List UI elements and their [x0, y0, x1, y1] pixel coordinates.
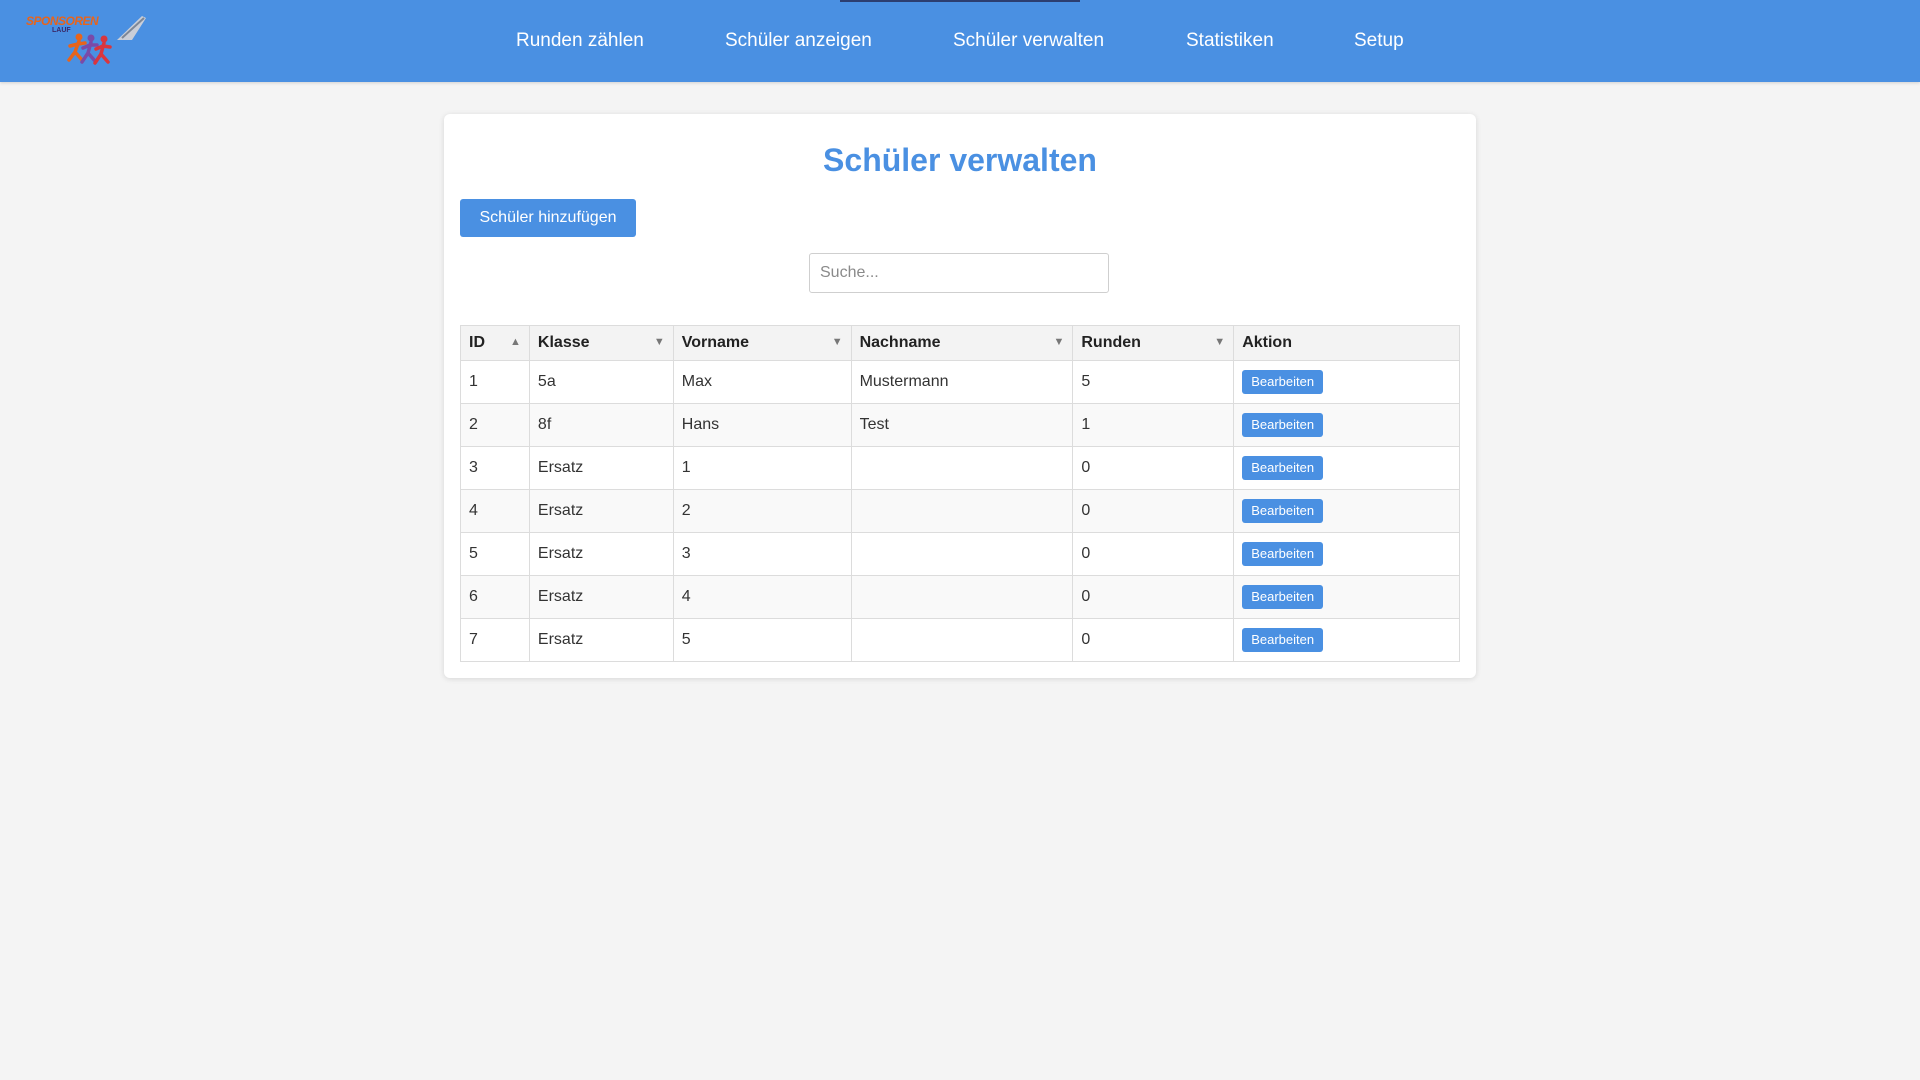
app-logo[interactable]: SPONSOREN LAUF [22, 10, 152, 72]
edit-button[interactable]: Bearbeiten [1242, 370, 1324, 394]
cell-id: 7 [460, 618, 530, 662]
cell-klasse: 8f [528, 403, 674, 447]
column-label: Aktion [1242, 334, 1292, 351]
column-header-aktion: Aktion [1233, 325, 1460, 361]
nav-setup[interactable]: Setup [1354, 28, 1404, 54]
column-label: Nachname [859, 334, 941, 351]
cell-aktion: Bearbeiten [1233, 575, 1460, 619]
column-label: Klasse [537, 334, 590, 351]
edit-button[interactable]: Bearbeiten [1242, 499, 1324, 523]
edit-button[interactable]: Bearbeiten [1242, 628, 1324, 652]
cell-klasse: Ersatz [528, 446, 674, 490]
column-label: ID [469, 334, 485, 351]
column-header-nachname[interactable]: Nachname ▼ [850, 325, 1074, 361]
table-header-row: ID ▲ Klasse ▼ Vorname ▼ Nachname ▼ Runden ▼ A… [460, 325, 1460, 361]
table-row: 7 Ersatz 5 0 Bearbeiten [460, 618, 1460, 662]
cell-aktion: Bearbeiten [1233, 446, 1460, 490]
cell-vorname: 5 [672, 618, 852, 662]
cell-id: 1 [460, 360, 530, 404]
cell-runden: 0 [1072, 532, 1235, 576]
page-title: Schüler verwalten [823, 142, 1097, 178]
nav-schueler-anzeigen[interactable]: Schüler anzeigen [725, 28, 872, 54]
active-nav-indicator [840, 0, 1080, 2]
table-row: 1 5a Max Mustermann 5 Bearbeiten [460, 360, 1460, 404]
cell-nachname [850, 446, 1074, 490]
edit-button[interactable]: Bearbeiten [1242, 542, 1324, 566]
top-navbar: SPONSOREN LAUF Runden zählen Schüler anz… [0, 0, 1920, 82]
sort-desc-icon: ▼ [1053, 336, 1065, 348]
cell-id: 2 [460, 403, 530, 447]
column-header-vorname[interactable]: Vorname ▼ [672, 325, 852, 361]
cell-aktion: Bearbeiten [1233, 489, 1460, 533]
edit-button[interactable]: Bearbeiten [1242, 456, 1324, 480]
cell-klasse: Ersatz [528, 489, 674, 533]
sort-desc-icon: ▼ [653, 336, 665, 348]
logo-wordmark: SPONSOREN [26, 14, 99, 28]
cell-id: 6 [460, 575, 530, 619]
cell-klasse: Ersatz [528, 575, 674, 619]
cell-vorname: 3 [672, 532, 852, 576]
column-header-id[interactable]: ID ▲ [460, 325, 530, 361]
sort-desc-icon: ▼ [1214, 336, 1226, 348]
cell-klasse: Ersatz [528, 532, 674, 576]
cell-nachname [850, 618, 1074, 662]
column-header-klasse[interactable]: Klasse ▼ [528, 325, 674, 361]
cell-runden: 0 [1072, 575, 1235, 619]
cell-klasse: Ersatz [528, 618, 674, 662]
nav-schueler-verwalten[interactable]: Schüler verwalten [953, 28, 1104, 54]
table-row: 2 8f Hans Test 1 Bearbeiten [460, 403, 1460, 447]
table-row: 4 Ersatz 2 0 Bearbeiten [460, 489, 1460, 533]
cell-runden: 0 [1072, 489, 1235, 533]
nav-statistiken[interactable]: Statistiken [1186, 28, 1274, 54]
main-card: Schüler verwalten Schüler hinzufügen ID ▲… [444, 114, 1476, 678]
cell-vorname: 2 [672, 489, 852, 533]
column-label: Runden [1081, 334, 1141, 351]
cell-vorname: Max [672, 360, 852, 404]
cell-aktion: Bearbeiten [1233, 360, 1460, 404]
table-row: 6 Ersatz 4 0 Bearbeiten [460, 575, 1460, 619]
cell-vorname: Hans [672, 403, 852, 447]
edit-button[interactable]: Bearbeiten [1242, 585, 1324, 609]
table-row: 3 Ersatz 1 0 Bearbeiten [460, 446, 1460, 490]
logo-subtitle: LAUF [52, 27, 71, 34]
students-table: ID ▲ Klasse ▼ Vorname ▼ Nachname ▼ Runden ▼ A… [460, 325, 1460, 662]
cell-aktion: Bearbeiten [1233, 532, 1460, 576]
cell-id: 3 [460, 446, 530, 490]
cell-runden: 5 [1072, 360, 1235, 404]
cell-nachname: Test [850, 403, 1074, 447]
cell-id: 5 [460, 532, 530, 576]
cell-nachname: Mustermann [850, 360, 1074, 404]
cell-klasse: 5a [528, 360, 674, 404]
cell-aktion: Bearbeiten [1233, 618, 1460, 662]
column-header-runden[interactable]: Runden ▼ [1072, 325, 1235, 361]
table-row: 5 Ersatz 3 0 Bearbeiten [460, 532, 1460, 576]
cell-vorname: 4 [672, 575, 852, 619]
sort-desc-icon: ▼ [831, 336, 843, 348]
cell-aktion: Bearbeiten [1233, 403, 1460, 447]
cell-runden: 0 [1072, 618, 1235, 662]
sort-asc-icon: ▲ [510, 336, 521, 348]
add-student-button[interactable]: Schüler hinzufügen [460, 199, 636, 237]
cell-runden: 0 [1072, 446, 1235, 490]
search-input[interactable] [809, 253, 1109, 293]
cell-nachname [850, 575, 1074, 619]
nav-runden-zaehlen[interactable]: Runden zählen [516, 28, 644, 54]
cell-runden: 1 [1072, 403, 1235, 447]
cell-id: 4 [460, 489, 530, 533]
edit-button[interactable]: Bearbeiten [1242, 413, 1324, 437]
column-label: Vorname [681, 334, 750, 351]
cell-nachname [850, 489, 1074, 533]
cell-nachname [850, 532, 1074, 576]
cell-vorname: 1 [672, 446, 852, 490]
